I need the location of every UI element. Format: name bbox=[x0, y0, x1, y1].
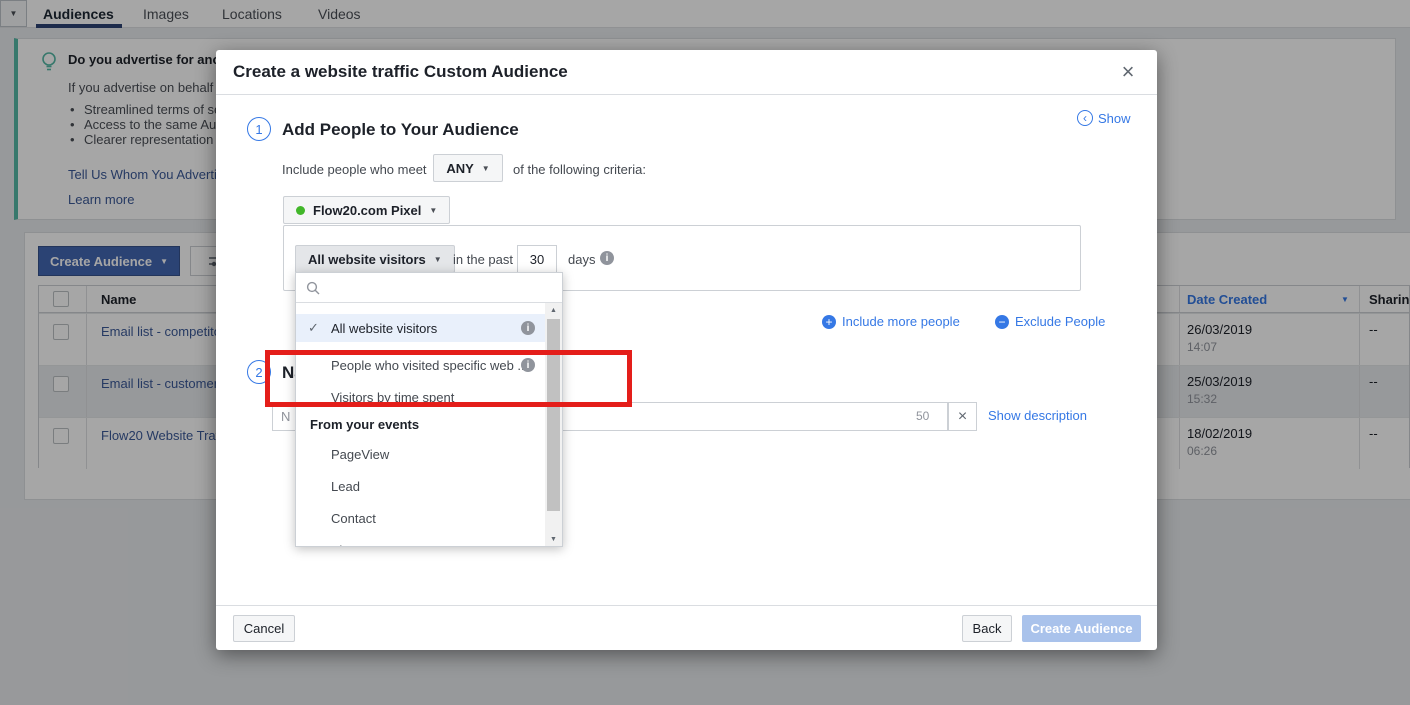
dropdown-option-viewcontent[interactable]: ViewContent bbox=[331, 540, 404, 546]
in-the-past-label: in the past bbox=[453, 252, 513, 267]
back-button[interactable]: Back bbox=[962, 615, 1012, 642]
pixel-status-dot bbox=[296, 206, 305, 215]
modal-footer: Cancel Back Create Audience bbox=[216, 605, 1157, 650]
visitor-type-dropdown[interactable]: All website visitors ▼ bbox=[295, 245, 455, 273]
step-1-title: Add People to Your Audience bbox=[282, 120, 519, 140]
pixel-source-dropdown[interactable]: Flow20.com Pixel ▼ bbox=[283, 196, 450, 224]
dropdown-search-row bbox=[296, 273, 562, 303]
show-description-link[interactable]: Show description bbox=[988, 408, 1087, 423]
include-more-label: Include more people bbox=[842, 314, 960, 329]
scrollbar-thumb[interactable] bbox=[547, 319, 560, 511]
pixel-source-label: Flow20.com Pixel bbox=[313, 203, 421, 218]
chevron-left-icon: ‹ bbox=[1077, 110, 1093, 126]
scroll-up-icon[interactable]: ▲ bbox=[545, 303, 562, 317]
caret-down-icon: ▼ bbox=[482, 164, 490, 173]
include-criteria-prefix: Include people who meet bbox=[282, 162, 427, 177]
clear-name-icon[interactable]: × bbox=[948, 402, 977, 431]
visitor-type-value: All website visitors bbox=[308, 252, 426, 267]
show-label: Show bbox=[1098, 111, 1131, 126]
info-icon[interactable]: i bbox=[521, 321, 535, 335]
modal-header: Create a website traffic Custom Audience… bbox=[216, 50, 1157, 95]
annotation-highlight-box bbox=[265, 350, 632, 407]
info-icon[interactable]: i bbox=[600, 251, 614, 265]
create-audience-submit-button[interactable]: Create Audience bbox=[1022, 615, 1141, 642]
option-label: All website visitors bbox=[331, 321, 437, 336]
include-more-people-link[interactable]: + Include more people bbox=[822, 314, 960, 329]
dropdown-search-input[interactable] bbox=[326, 276, 546, 300]
dropdown-option-pageview[interactable]: PageView bbox=[331, 444, 389, 466]
plus-circle-icon: + bbox=[822, 315, 836, 329]
close-icon[interactable]: × bbox=[1115, 59, 1141, 85]
modal-title: Create a website traffic Custom Audience bbox=[233, 62, 568, 82]
dropdown-group-header: From your events bbox=[310, 415, 419, 435]
retention-days-input[interactable] bbox=[517, 245, 557, 273]
scroll-down-icon[interactable]: ▼ bbox=[545, 532, 562, 546]
caret-down-icon: ▼ bbox=[434, 255, 442, 264]
match-type-dropdown[interactable]: ANY ▼ bbox=[433, 154, 503, 182]
character-counter: 50 bbox=[916, 409, 929, 423]
days-label: days bbox=[568, 252, 595, 267]
dropdown-option-contact[interactable]: Contact bbox=[331, 508, 376, 530]
check-icon: ✓ bbox=[308, 320, 319, 336]
exclude-people-link[interactable]: − Exclude People bbox=[995, 314, 1105, 329]
caret-down-icon: ▼ bbox=[429, 206, 437, 215]
search-icon bbox=[306, 281, 320, 295]
dropdown-scrollbar[interactable]: ▲ ▼ bbox=[545, 303, 562, 546]
step-1-badge: 1 bbox=[247, 117, 271, 141]
show-toggle-link[interactable]: ‹ Show bbox=[1077, 110, 1131, 126]
dropdown-option-lead[interactable]: Lead bbox=[331, 476, 360, 498]
cancel-button[interactable]: Cancel bbox=[233, 615, 295, 642]
exclude-label: Exclude People bbox=[1015, 314, 1105, 329]
match-type-value: ANY bbox=[446, 161, 473, 176]
dropdown-option-all-website-visitors[interactable]: ✓ All website visitors i bbox=[296, 314, 545, 342]
screen: ▼ Audiences Images Locations Videos Do y… bbox=[0, 0, 1410, 705]
dropdown-options-list: ✓ All website visitors i People who visi… bbox=[296, 303, 545, 546]
visitor-type-dropdown-panel: ✓ All website visitors i People who visi… bbox=[295, 272, 563, 547]
minus-circle-icon: − bbox=[995, 315, 1009, 329]
include-criteria-suffix: of the following criteria: bbox=[513, 162, 646, 177]
